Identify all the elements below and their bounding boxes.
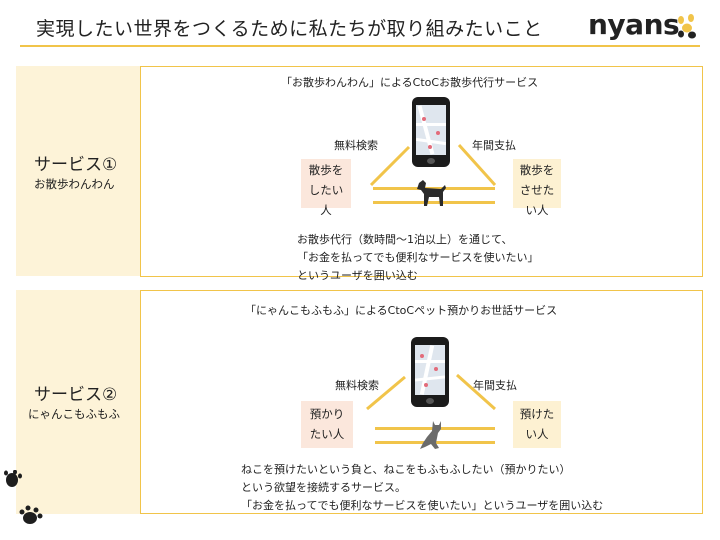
service-1-subtitle: お散歩わんわん <box>34 177 115 191</box>
cat-icon <box>420 421 441 449</box>
title-divider <box>20 45 700 47</box>
phone-icon <box>411 337 449 407</box>
service-1-left-box: 散歩を したい 人 <box>301 159 351 217</box>
service-1-annual-pay-label: 年間支払 <box>472 139 516 152</box>
service-2-annual-pay-label: 年間支払 <box>473 379 517 392</box>
service-2-name: サービス② <box>34 385 118 405</box>
phone-icon <box>412 97 450 167</box>
service-1-right-box: 散歩を させた い人 <box>513 159 561 217</box>
service-1-panel: 「お散歩わんわん」によるCtoCお散歩代行サービス 無料検索 年間支払 散歩を … <box>140 66 703 282</box>
paw-icon <box>4 470 43 524</box>
service-2-free-search-label: 無料検索 <box>335 379 379 392</box>
service-2-panel: 「にゃんこもふもふ」によるCtoCペット預かりお世話サービス 無料検索 年間支払… <box>140 290 703 514</box>
service-2-left-box: 預かり たい人 <box>301 401 353 448</box>
brand-logo: nyans <box>588 8 680 41</box>
service-2-description: ねこを預けたいという負と、ねこをもふもふしたい（預かりたい） という欲望を接続す… <box>241 463 604 512</box>
service-1-sidebar: サービス① お散歩わんわん <box>16 66 160 276</box>
service-1-description: お散歩代行（数時間〜1泊以上）を通じて、 「お金を払ってでも便利なサービスを使い… <box>297 233 539 282</box>
service-2-subtitle: にゃんこもふもふ <box>28 407 120 421</box>
service-2-right-box: 預けた い人 <box>513 401 561 448</box>
paw-icon <box>678 14 696 39</box>
service-1-name: サービス① <box>34 155 118 175</box>
service-1-free-search-label: 無料検索 <box>334 139 378 152</box>
page-title: 実現したい世界をつくるために私たちが取り組みたいこと <box>36 18 543 40</box>
dog-icon <box>417 180 446 206</box>
